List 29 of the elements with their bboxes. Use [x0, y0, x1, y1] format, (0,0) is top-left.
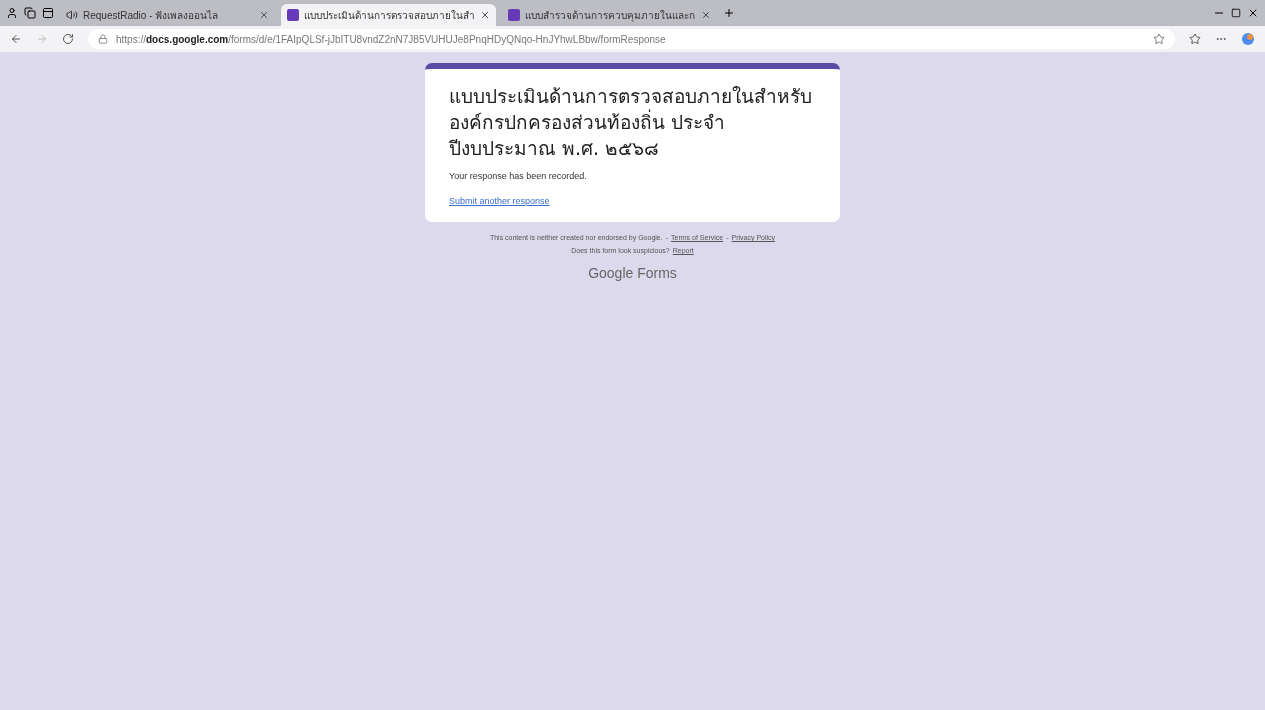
browser-tab[interactable]: แบบสำรวจด้านการควบคุมภายในและก: [502, 4, 717, 26]
workspaces-icon[interactable]: [24, 7, 36, 19]
lock-icon: [98, 34, 108, 44]
copilot-icon[interactable]: [1241, 32, 1255, 46]
favorite-icon[interactable]: [1153, 33, 1165, 45]
submit-another-link[interactable]: Submit another response: [449, 196, 550, 206]
form-icon: [508, 9, 520, 21]
form-title: แบบประเมินด้านการตรวจสอบภายในสำหรับองค์กรปกครองส่วนท้องถิ่น ประจำปีงบประมาณ พ.ศ. ๒๕๖๘: [449, 84, 813, 161]
close-icon[interactable]: [480, 10, 490, 20]
speaker-icon[interactable]: [66, 9, 78, 21]
tab-title: RequestRadio - ฟังเพลงออนไล: [83, 8, 220, 23]
close-icon[interactable]: [1247, 7, 1259, 19]
maximize-icon[interactable]: [1231, 8, 1241, 18]
back-icon[interactable]: [10, 33, 22, 45]
profile-icon[interactable]: [6, 7, 18, 19]
favorites-icon[interactable]: [1189, 33, 1201, 45]
close-icon[interactable]: [259, 10, 269, 20]
tab-title: แบบสำรวจด้านการควบคุมภายในและก: [525, 8, 696, 23]
confirmation-message: Your response has been recorded.: [449, 171, 588, 181]
address-field[interactable]: https://docs.google.com/forms/d/e/1FAIpQLSf-jJbITU8vndZ2nN7J85VUHUJe8PnqHDyQNqo-HnJYhwLBbw/formResponse: [88, 29, 1175, 49]
browser-tab[interactable]: RequestRadio - ฟังเพลงออนไล: [60, 4, 275, 26]
new-tab-icon[interactable]: [723, 7, 735, 19]
form-icon: [287, 9, 299, 21]
close-icon[interactable]: [701, 10, 711, 20]
reload-icon[interactable]: [62, 33, 74, 45]
tab-actions-icon[interactable]: [42, 7, 54, 19]
tab-title: แบบประเมินด้านการตรวจสอบภายในสำ: [304, 8, 475, 23]
brand-logo[interactable]: Google Forms: [588, 265, 677, 281]
browser-tab[interactable]: แบบประเมินด้านการตรวจสอบภายในสำ: [281, 4, 496, 26]
